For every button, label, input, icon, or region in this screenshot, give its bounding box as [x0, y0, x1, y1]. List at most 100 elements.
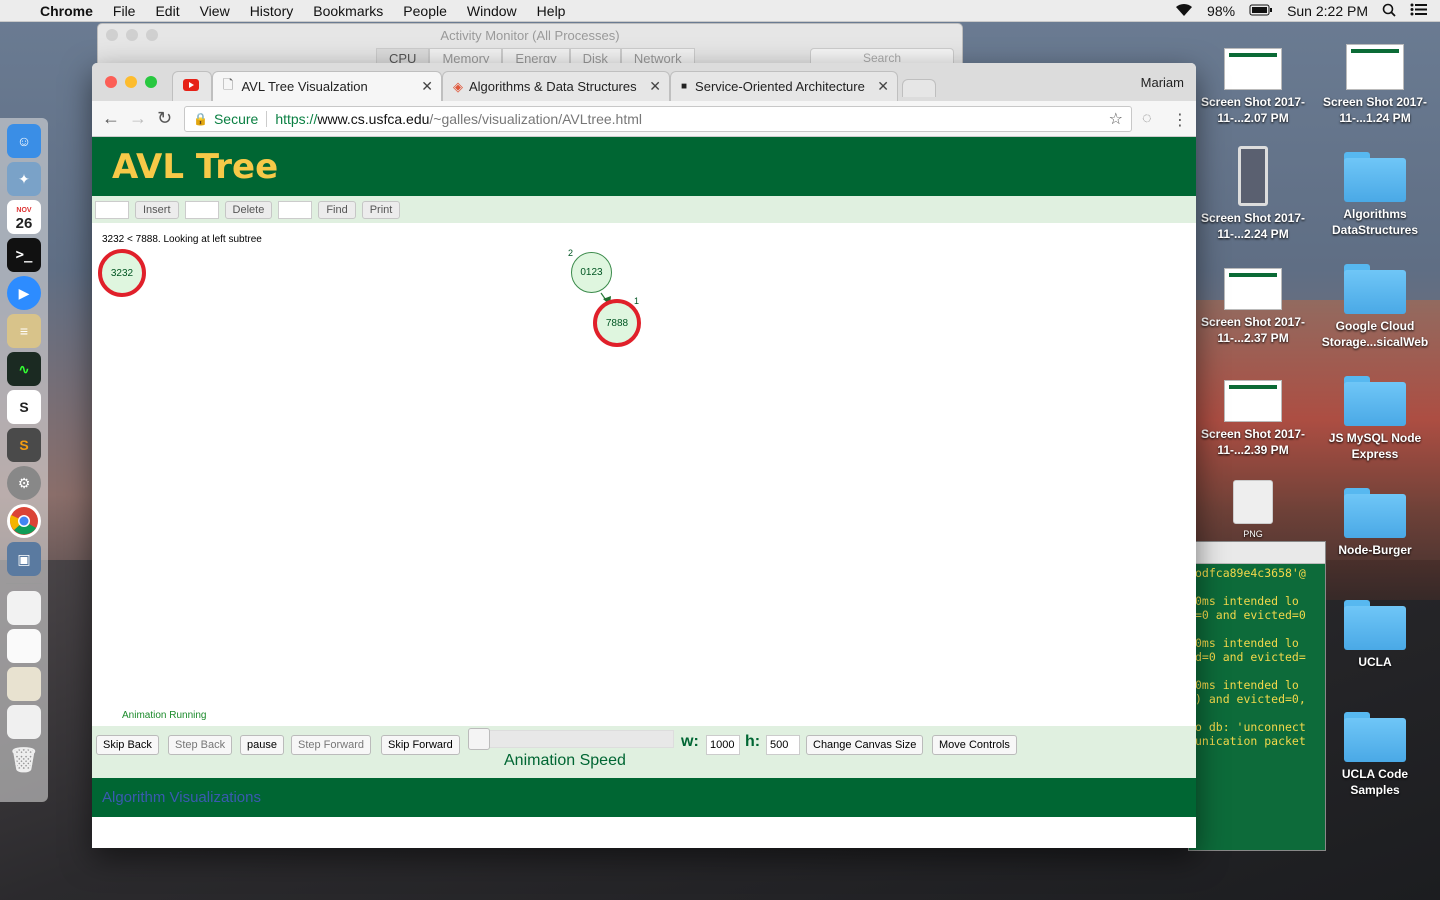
- canvas-width-input[interactable]: [706, 735, 740, 755]
- desktop-file-screenshot[interactable]: Screen Shot 2017-11-...1.24 PM: [1316, 44, 1434, 126]
- screenshot-thumbnail: [1346, 44, 1404, 90]
- clock[interactable]: Sun 2:22 PM: [1287, 3, 1368, 19]
- footer-link[interactable]: Algorithm Visualizations: [102, 789, 261, 806]
- document-icon[interactable]: [7, 705, 41, 739]
- address-bar[interactable]: 🔒 Secure https:// www.cs.usfca.edu /~gal…: [184, 106, 1132, 132]
- desktop-file-png[interactable]: PNG: [1194, 480, 1312, 542]
- node-label: 3232: [110, 267, 134, 279]
- insert-button[interactable]: Insert: [135, 200, 179, 219]
- document-icon[interactable]: [7, 591, 41, 625]
- desktop-file-screenshot[interactable]: Screen Shot 2017-11-...2.39 PM: [1194, 380, 1312, 458]
- desktop-folder[interactable]: JS MySQL Node Express: [1316, 376, 1434, 462]
- secure-label: Secure: [213, 111, 259, 127]
- menu-edit[interactable]: Edit: [155, 3, 179, 19]
- print-button[interactable]: Print: [361, 200, 401, 219]
- change-canvas-size-button[interactable]: Change Canvas Size: [806, 735, 924, 755]
- find-input[interactable]: [278, 200, 313, 219]
- minimize-window-button[interactable]: [125, 76, 137, 88]
- desktop-folder[interactable]: UCLA: [1316, 600, 1434, 670]
- step-forward-button[interactable]: Step Forward: [291, 735, 372, 755]
- preview-icon[interactable]: ✦: [7, 162, 41, 196]
- document-icon[interactable]: [7, 667, 41, 701]
- profile-name[interactable]: Mariam: [1141, 75, 1184, 90]
- menu-file[interactable]: File: [113, 3, 136, 19]
- skip-back-button[interactable]: Skip Back: [96, 735, 159, 755]
- desktop-file-screenshot[interactable]: Screen Shot 2017-11-...2.37 PM: [1194, 268, 1312, 346]
- menu-history[interactable]: History: [250, 3, 294, 19]
- battery-icon[interactable]: [1249, 3, 1273, 19]
- spotlight-icon[interactable]: [1382, 3, 1396, 20]
- desktop-file-screenshot[interactable]: Screen Shot 2017-11-...2.07 PM: [1194, 48, 1312, 126]
- chrome-window[interactable]: 🗋 AVL Tree Visualzation ✕ ◈ Algorithms &…: [92, 63, 1196, 848]
- desktop-icon-label: PNG: [1243, 529, 1263, 539]
- new-tab-button[interactable]: [902, 79, 936, 97]
- notification-center-icon[interactable]: [1410, 3, 1428, 19]
- delete-button[interactable]: Delete: [224, 200, 273, 219]
- battery-percent[interactable]: 98%: [1207, 3, 1235, 19]
- folder-icon: [1344, 712, 1406, 762]
- close-window-button[interactable]: [105, 76, 117, 88]
- find-button[interactable]: Find: [318, 200, 356, 219]
- reload-icon[interactable]: ↻: [157, 108, 172, 129]
- close-tab-icon[interactable]: ✕: [877, 78, 889, 95]
- zoom-button[interactable]: [146, 29, 158, 41]
- activity-monitor-icon[interactable]: ∿: [7, 352, 41, 386]
- close-tab-icon[interactable]: ✕: [421, 78, 433, 95]
- visualization-canvas[interactable]: 3232 < 7888. Looking at left subtree 323…: [92, 223, 1196, 726]
- terminal-icon[interactable]: >_: [7, 238, 41, 272]
- slider-handle[interactable]: [468, 728, 490, 750]
- terminal-titlebar[interactable]: [1189, 542, 1325, 564]
- tab-youtube[interactable]: [172, 71, 212, 101]
- system-preferences-icon[interactable]: ⚙: [7, 466, 41, 500]
- insert-input[interactable]: [95, 200, 129, 219]
- calendar-icon[interactable]: NOV 26: [7, 200, 41, 234]
- tab-strip: 🗋 AVL Tree Visualzation ✕ ◈ Algorithms &…: [92, 63, 1196, 101]
- delete-input[interactable]: [184, 200, 219, 219]
- menu-bookmarks[interactable]: Bookmarks: [313, 3, 383, 19]
- trash-icon[interactable]: 🗑: [7, 743, 41, 777]
- close-tab-icon[interactable]: ✕: [649, 78, 661, 95]
- move-controls-button[interactable]: Move Controls: [932, 735, 1017, 755]
- folder-icon: [1344, 376, 1406, 426]
- canvas-height-input[interactable]: [766, 735, 800, 755]
- tab-algorithms[interactable]: ◈ Algorithms & Data Structures ✕: [442, 71, 670, 101]
- desktop-folder[interactable]: Google Cloud Storage...sicalWeb: [1316, 264, 1434, 350]
- desktop-file-screenshot[interactable]: Screen Shot 2017-11-...2.24 PM: [1194, 146, 1312, 242]
- menu-app-name[interactable]: Chrome: [40, 3, 93, 19]
- minimize-button[interactable]: [126, 29, 138, 41]
- desktop-folder[interactable]: UCLA Code Samples: [1316, 712, 1434, 798]
- step-back-button[interactable]: Step Back: [168, 735, 233, 755]
- pause-button[interactable]: pause: [240, 735, 284, 755]
- skip-forward-button[interactable]: Skip Forward: [381, 735, 460, 755]
- menu-view[interactable]: View: [200, 3, 230, 19]
- menu-window[interactable]: Window: [467, 3, 517, 19]
- finder-icon[interactable]: ☺: [7, 124, 41, 158]
- animation-speed-slider[interactable]: [468, 730, 674, 748]
- zoom-window-button[interactable]: [145, 76, 157, 88]
- wifi-icon[interactable]: [1175, 3, 1193, 20]
- menu-help[interactable]: Help: [537, 3, 566, 19]
- animation-speed-label: Animation Speed: [504, 752, 626, 769]
- menu-people[interactable]: People: [403, 3, 447, 19]
- back-arrow-icon[interactable]: ←: [102, 108, 120, 129]
- desktop-folder[interactable]: Node-Burger: [1316, 488, 1434, 558]
- chrome-icon[interactable]: [7, 504, 41, 538]
- desktop-icon-label: Screen Shot 2017-11-...1.24 PM: [1322, 95, 1428, 125]
- slack-icon[interactable]: S: [7, 390, 41, 424]
- extension-icon[interactable]: ◌: [1142, 110, 1152, 128]
- desktop-folder[interactable]: Algorithms DataStructures: [1316, 152, 1434, 238]
- close-button[interactable]: [106, 29, 118, 41]
- tab-soa[interactable]: ■ Service-Oriented Architecture ✕: [670, 71, 898, 101]
- node-height: 2: [568, 248, 574, 258]
- forward-arrow-icon[interactable]: →: [129, 108, 147, 129]
- image-capture-icon[interactable]: ▣: [7, 542, 41, 576]
- bookmark-star-icon[interactable]: ☆: [1109, 109, 1123, 129]
- menu-kebab-icon[interactable]: ⋮: [1172, 110, 1188, 130]
- tab-avl-tree[interactable]: 🗋 AVL Tree Visualzation ✕: [212, 71, 442, 101]
- document-icon[interactable]: [7, 629, 41, 663]
- zoom-app-icon[interactable]: ▶: [7, 276, 41, 310]
- sublime-text-icon[interactable]: S: [7, 428, 41, 462]
- animation-status: Animation Running: [122, 710, 207, 721]
- sequel-pro-icon[interactable]: ≡: [7, 314, 41, 348]
- terminal-window[interactable]: odfca89e4c3658'@ 0ms intended lo =0 and …: [1188, 541, 1326, 851]
